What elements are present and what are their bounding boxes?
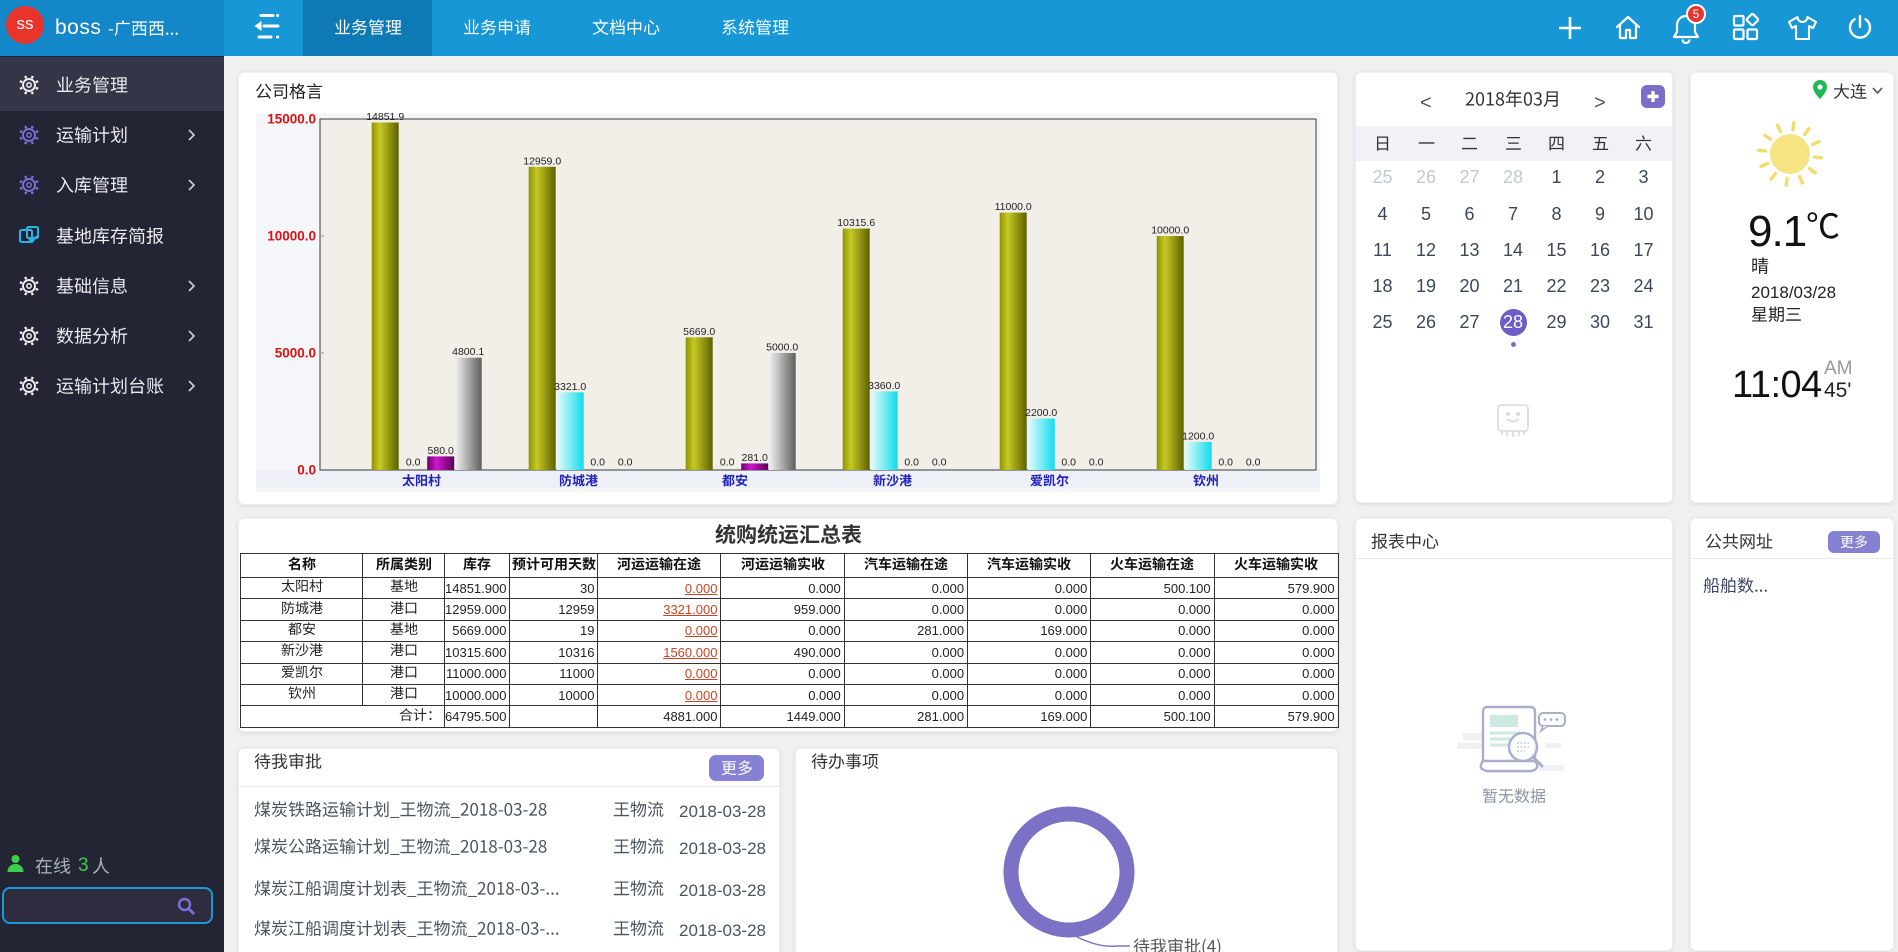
svg-text:5000.0: 5000.0: [275, 346, 316, 361]
svg-text:3360.0: 3360.0: [868, 380, 900, 392]
svg-text:0.0: 0.0: [1089, 457, 1104, 469]
svg-text:11000.0: 11000.0: [995, 201, 1032, 213]
svg-text:0.0: 0.0: [1218, 457, 1233, 469]
svg-text:0.0: 0.0: [904, 457, 919, 469]
svg-text:2200.0: 2200.0: [1025, 407, 1057, 419]
svg-text:0.0: 0.0: [406, 457, 421, 469]
svg-text:12959.0: 12959.0: [523, 155, 561, 167]
svg-text:0.0: 0.0: [590, 457, 605, 469]
svg-text:4800.1: 4800.1: [452, 346, 484, 358]
svg-text:0.0: 0.0: [1246, 457, 1261, 469]
svg-text:0.0: 0.0: [720, 457, 735, 469]
svg-text:580.0: 580.0: [428, 445, 454, 457]
svg-text:3321.0: 3321.0: [554, 381, 586, 393]
svg-text:10000.0: 10000.0: [267, 229, 316, 244]
svg-text:10315.6: 10315.6: [837, 217, 875, 229]
svg-text:5669.0: 5669.0: [683, 326, 715, 338]
svg-text:0.0: 0.0: [1061, 457, 1076, 469]
svg-text:5000.0: 5000.0: [766, 342, 798, 354]
svg-text:0.0: 0.0: [297, 463, 316, 478]
svg-text:0.0: 0.0: [618, 457, 633, 469]
svg-text:281.0: 281.0: [742, 452, 768, 464]
svg-text:14851.9: 14851.9: [366, 113, 404, 123]
svg-text:1200.0: 1200.0: [1182, 430, 1214, 442]
svg-text:0.0: 0.0: [932, 457, 947, 469]
svg-text:15000.0: 15000.0: [267, 113, 316, 127]
svg-text:10000.0: 10000.0: [1151, 225, 1189, 237]
